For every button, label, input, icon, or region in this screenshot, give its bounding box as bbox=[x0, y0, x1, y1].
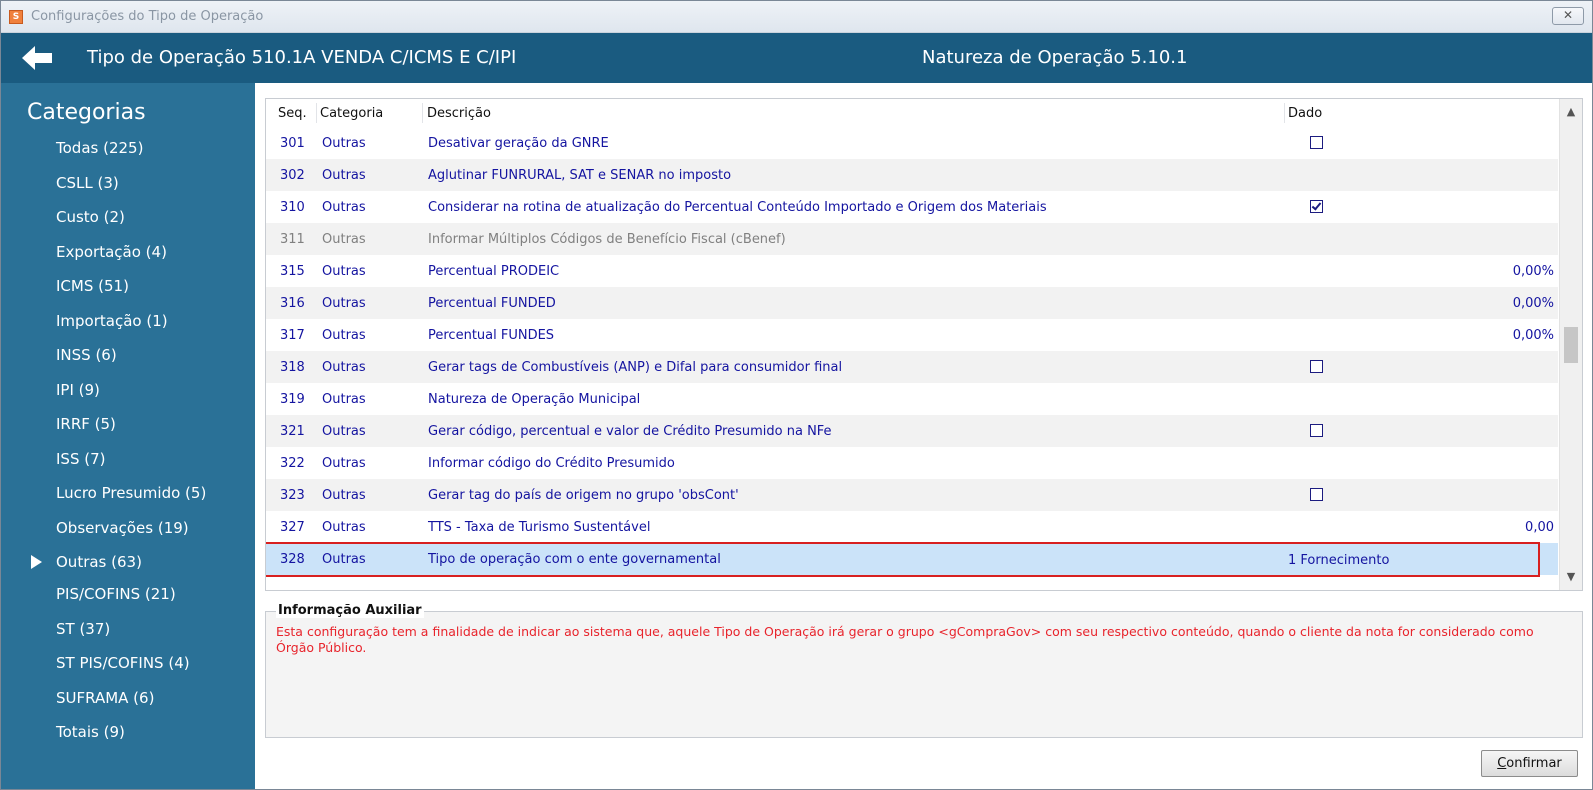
sidebar-item-suframa[interactable]: SUFRAMA (6) bbox=[56, 689, 154, 707]
sidebar-title: Categorias bbox=[27, 100, 146, 125]
info-panel: Informação Auxiliar Esta configuração te… bbox=[265, 603, 1583, 738]
sidebar-item-custo[interactable]: Custo (2) bbox=[56, 208, 125, 226]
table-row[interactable]: 322 Outras Informar código do Crédito Pr… bbox=[266, 447, 1558, 479]
vertical-scrollbar[interactable]: ▲ ▼ bbox=[1559, 99, 1582, 590]
dado-value[interactable]: 0,00% bbox=[1513, 328, 1554, 343]
sidebar-item-ipi[interactable]: IPI (9) bbox=[56, 381, 100, 399]
table-row[interactable]: 315 Outras Percentual PRODEIC 0,00% bbox=[266, 255, 1558, 287]
sidebar-item-st[interactable]: ST (37) bbox=[56, 620, 110, 638]
col-header-categoria[interactable]: Categoria bbox=[320, 106, 383, 121]
close-button[interactable]: ✕ bbox=[1552, 7, 1584, 25]
table-row[interactable]: 327 Outras TTS - Taxa de Turismo Sustent… bbox=[266, 511, 1558, 543]
table-row[interactable]: 317 Outras Percentual FUNDES 0,00% bbox=[266, 319, 1558, 351]
table-row[interactable]: 318 Outras Gerar tags de Combustíveis (A… bbox=[266, 351, 1558, 383]
scroll-up-icon[interactable]: ▲ bbox=[1560, 101, 1582, 123]
sidebar-item-st-pis-cofins[interactable]: ST PIS/COFINS (4) bbox=[56, 654, 190, 672]
sidebar-item-iss[interactable]: ISS (7) bbox=[56, 450, 105, 468]
categories-sidebar: Categorias Todas (225) CSLL (3) Custo (2… bbox=[1, 83, 255, 789]
sidebar-item-outras[interactable]: Outras (63) bbox=[31, 553, 142, 571]
dialog-window: S Configurações do Tipo de Operação ✕ Ti… bbox=[0, 0, 1593, 790]
col-header-descricao[interactable]: Descrição bbox=[427, 106, 491, 121]
table-row-selected[interactable]: 328 Outras Tipo de operação com o ente g… bbox=[266, 542, 1558, 577]
dado-value[interactable]: 1 Fornecimento bbox=[1288, 553, 1389, 568]
scroll-down-icon[interactable]: ▼ bbox=[1560, 566, 1582, 588]
dado-checkbox[interactable] bbox=[1310, 488, 1323, 501]
sidebar-item-inss[interactable]: INSS (6) bbox=[56, 346, 117, 364]
dado-checkbox[interactable] bbox=[1310, 136, 1323, 149]
table-row[interactable]: 323 Outras Gerar tag do país de origem n… bbox=[266, 479, 1558, 511]
sidebar-item-irrf[interactable]: IRRF (5) bbox=[56, 415, 116, 433]
nature-title: Natureza de Operação 5.10.1 bbox=[922, 47, 1188, 68]
table-row[interactable]: 311 Outras Informar Múltiplos Códigos de… bbox=[266, 223, 1558, 255]
sidebar-item-todas[interactable]: Todas (225) bbox=[56, 139, 143, 157]
table-row[interactable]: 316 Outras Percentual FUNDED 0,00% bbox=[266, 287, 1558, 319]
sidebar-item-observacoes[interactable]: Observações (19) bbox=[56, 519, 189, 537]
table-row[interactable]: 310 Outras Considerar na rotina de atual… bbox=[266, 191, 1558, 223]
info-text: Esta configuração tem a finalidade de in… bbox=[276, 624, 1534, 655]
sidebar-item-lucro-presumido[interactable]: Lucro Presumido (5) bbox=[56, 484, 206, 502]
grid-header: Seq. Categoria Descrição Dado bbox=[266, 99, 1558, 127]
sidebar-item-exportacao[interactable]: Exportação (4) bbox=[56, 243, 167, 261]
sidebar-item-totais[interactable]: Totais (9) bbox=[56, 723, 125, 741]
dado-value[interactable]: 0,00% bbox=[1513, 296, 1554, 311]
table-row[interactable]: 301 Outras Desativar geração da GNRE bbox=[266, 127, 1558, 159]
dado-checkbox[interactable] bbox=[1310, 360, 1323, 373]
settings-grid: Seq. Categoria Descrição Dado 301 Outras… bbox=[265, 98, 1583, 591]
table-row[interactable]: 321 Outras Gerar código, percentual e va… bbox=[266, 415, 1558, 447]
operation-title: Tipo de Operação 510.1A VENDA C/ICMS E C… bbox=[87, 47, 517, 68]
selected-arrow-icon bbox=[31, 555, 42, 569]
col-header-dado[interactable]: Dado bbox=[1288, 106, 1322, 121]
dado-checkbox-checked[interactable] bbox=[1310, 200, 1323, 213]
table-row[interactable]: 302 Outras Aglutinar FUNRURAL, SAT e SEN… bbox=[266, 159, 1558, 191]
confirm-button[interactable]: Confirmar bbox=[1481, 750, 1578, 777]
sidebar-item-importacao[interactable]: Importação (1) bbox=[56, 312, 168, 330]
back-arrow-icon[interactable] bbox=[19, 43, 55, 73]
dado-value[interactable]: 0,00% bbox=[1513, 264, 1554, 279]
header-bar: Tipo de Operação 510.1A VENDA C/ICMS E C… bbox=[1, 33, 1592, 83]
sidebar-item-pis-cofins[interactable]: PIS/COFINS (21) bbox=[56, 585, 176, 603]
info-title: Informação Auxiliar bbox=[276, 603, 424, 618]
window-title: Configurações do Tipo de Operação bbox=[31, 9, 264, 24]
app-icon: S bbox=[9, 10, 23, 24]
dado-checkbox[interactable] bbox=[1310, 424, 1323, 437]
sidebar-item-icms[interactable]: ICMS (51) bbox=[56, 277, 129, 295]
scroll-thumb[interactable] bbox=[1564, 327, 1578, 363]
col-header-seq[interactable]: Seq. bbox=[278, 106, 307, 121]
sidebar-item-csll[interactable]: CSLL (3) bbox=[56, 174, 119, 192]
dado-value[interactable]: 0,00 bbox=[1525, 520, 1554, 535]
title-bar: S Configurações do Tipo de Operação ✕ bbox=[1, 1, 1592, 33]
table-row[interactable]: 319 Outras Natureza de Operação Municipa… bbox=[266, 383, 1558, 415]
